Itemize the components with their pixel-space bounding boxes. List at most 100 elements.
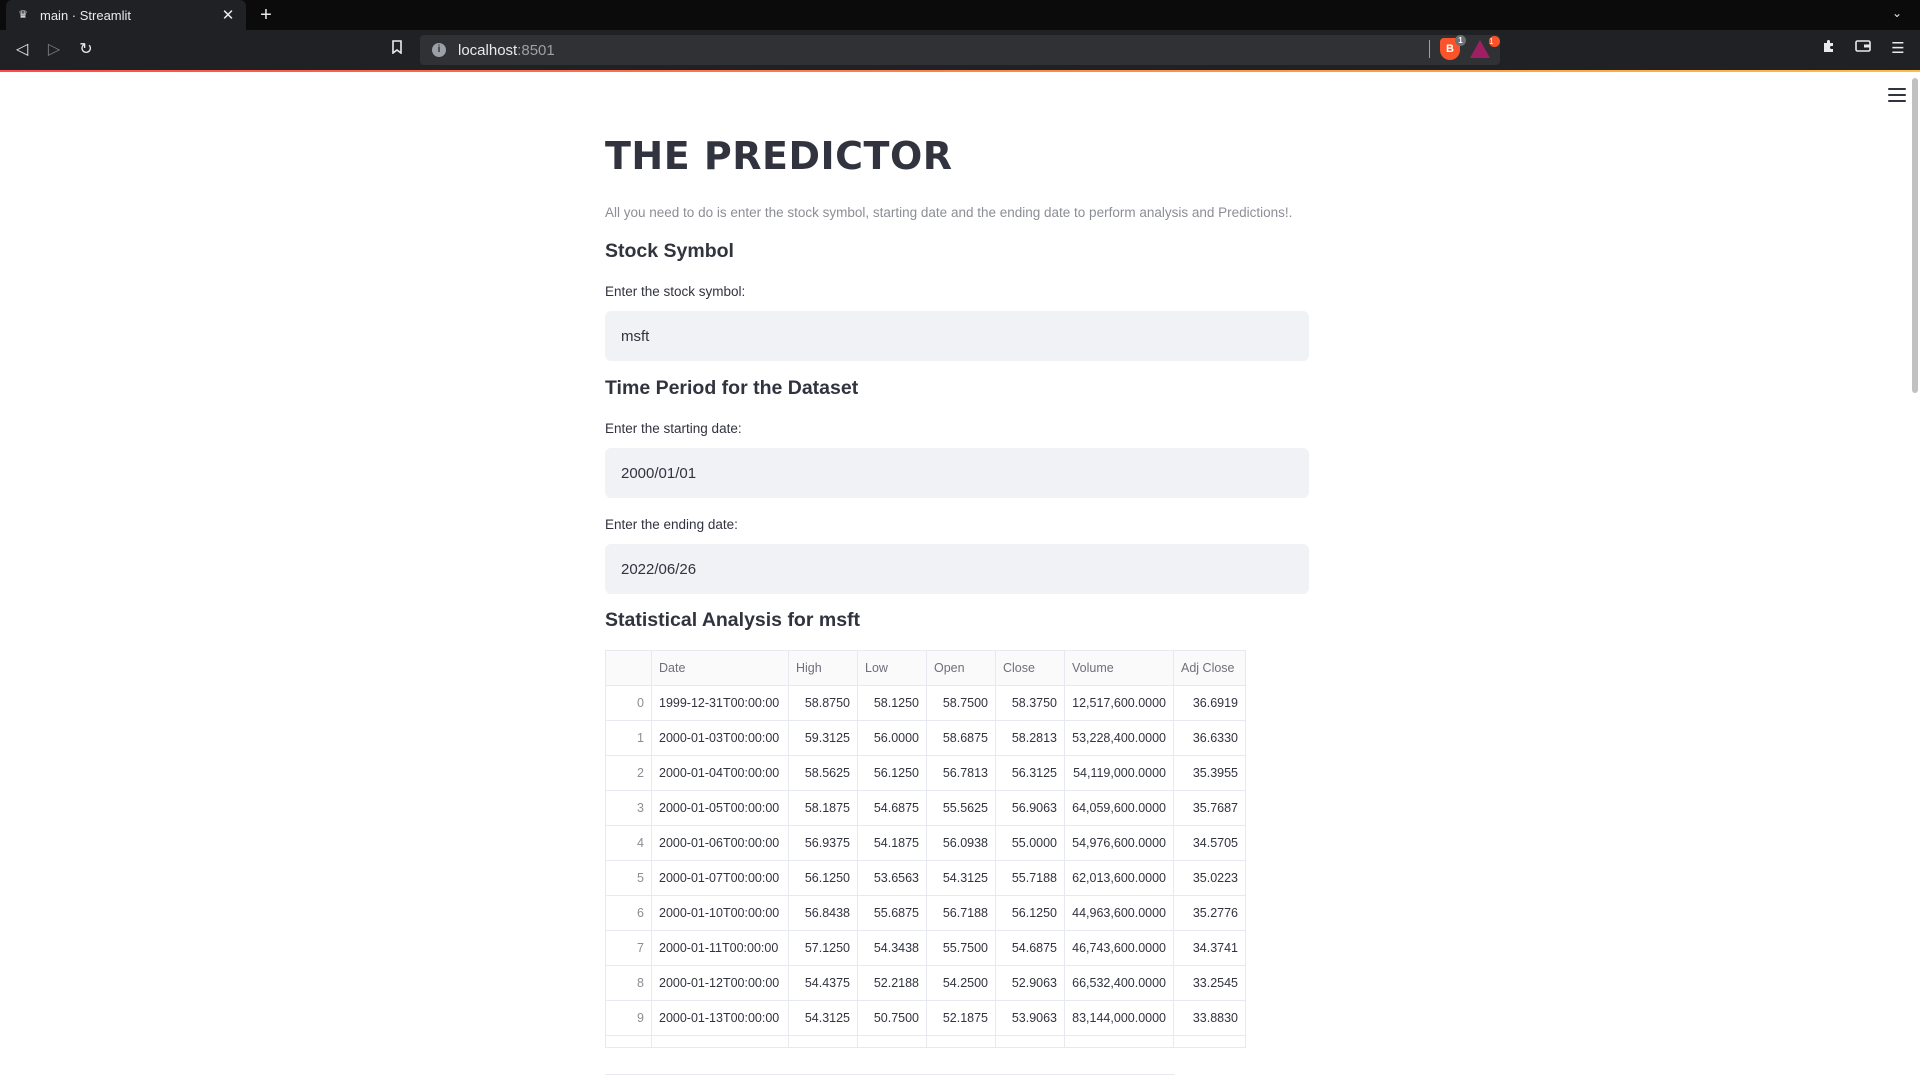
brave-rewards-icon[interactable]: 1 <box>1470 36 1500 59</box>
table-cell[interactable]: 56.0000 <box>857 720 927 756</box>
table-cell[interactable]: 83,144,000.0000 <box>1064 1000 1174 1036</box>
table-cell[interactable]: 55.5625 <box>926 790 996 826</box>
row-index-cell[interactable]: 2 <box>605 755 652 791</box>
table-cell[interactable]: 2000-01-13T00:00:00 <box>651 1000 789 1036</box>
column-header[interactable]: Open <box>926 650 996 686</box>
row-index-cell[interactable]: 1 <box>605 720 652 756</box>
address-bar[interactable]: i localhost:8501 B1 1 <box>420 35 1500 65</box>
table-cell[interactable]: 58.2813 <box>995 720 1065 756</box>
table-cell[interactable]: 55.7188 <box>995 860 1065 896</box>
row-index-cell[interactable]: 3 <box>605 790 652 826</box>
table-cell[interactable]: 56.1250 <box>788 860 858 896</box>
table-cell[interactable]: 64,059,600.0000 <box>1064 790 1174 826</box>
table-cell[interactable]: 2000-01-05T00:00:00 <box>651 790 789 826</box>
row-index-cell[interactable]: 7 <box>605 930 652 966</box>
table-cell[interactable]: 58.1250 <box>857 685 927 721</box>
new-tab-button[interactable]: + <box>254 3 278 27</box>
table-cell[interactable]: 59.3125 <box>788 720 858 756</box>
column-header[interactable]: Adj Close <box>1173 650 1246 686</box>
column-header[interactable]: Low <box>857 650 927 686</box>
extensions-icon[interactable] <box>1818 38 1840 60</box>
column-header[interactable]: Date <box>651 650 789 686</box>
table-cell[interactable]: 54,119,000.0000 <box>1064 755 1174 791</box>
bookmark-icon[interactable] <box>385 38 409 62</box>
table-cell[interactable]: 58.8750 <box>788 685 858 721</box>
table-cell[interactable]: 2000-01-11T00:00:00 <box>651 930 789 966</box>
chevron-down-icon[interactable]: ⌄ <box>1888 6 1906 24</box>
reload-icon[interactable]: ↻ <box>74 38 98 62</box>
menu-icon[interactable]: ☰ <box>1887 38 1909 60</box>
table-cell[interactable]: 56.1250 <box>857 755 927 791</box>
column-header[interactable]: High <box>788 650 858 686</box>
table-cell[interactable]: 2000-01-06T00:00:00 <box>651 825 789 861</box>
end-date-input[interactable] <box>605 544 1309 594</box>
stock-symbol-input[interactable] <box>605 311 1309 361</box>
table-cell[interactable]: 54.4375 <box>788 965 858 1001</box>
row-index-cell[interactable]: 6 <box>605 895 652 931</box>
site-info-icon[interactable]: i <box>432 43 446 57</box>
table-cell[interactable]: 33.2545 <box>1173 965 1246 1001</box>
forward-icon[interactable]: ▷ <box>42 38 66 62</box>
table-cell[interactable]: 35.7687 <box>1173 790 1246 826</box>
table-cell[interactable]: 57.1250 <box>788 930 858 966</box>
table-cell[interactable]: 58.6875 <box>926 720 996 756</box>
table-cell[interactable]: 34.5705 <box>1173 825 1246 861</box>
table-cell[interactable]: 35.0223 <box>1173 860 1246 896</box>
wallet-icon[interactable] <box>1852 38 1874 60</box>
scrollbar-thumb[interactable] <box>1912 78 1918 393</box>
table-cell[interactable]: 50.7500 <box>857 1000 927 1036</box>
table-cell[interactable]: 52.2188 <box>857 965 927 1001</box>
browser-tab[interactable]: ♛ main · Streamlit ✕ <box>6 0 246 30</box>
table-cell[interactable]: 54.6875 <box>995 930 1065 966</box>
back-icon[interactable]: ◁ <box>10 38 34 62</box>
table-cell[interactable]: 56.3125 <box>995 755 1065 791</box>
table-cell[interactable]: 54.3438 <box>857 930 927 966</box>
table-cell[interactable]: 54.2500 <box>926 965 996 1001</box>
table-cell[interactable]: 56.0938 <box>926 825 996 861</box>
table-cell[interactable]: 33.8830 <box>1173 1000 1246 1036</box>
table-cell[interactable]: 53,228,400.0000 <box>1064 720 1174 756</box>
table-cell[interactable]: 54.3125 <box>788 1000 858 1036</box>
table-cell[interactable]: 66,532,400.0000 <box>1064 965 1174 1001</box>
table-cell[interactable]: 34.3741 <box>1173 930 1246 966</box>
table-cell[interactable]: 56.1250 <box>995 895 1065 931</box>
table-cell[interactable]: 2000-01-12T00:00:00 <box>651 965 789 1001</box>
table-cell[interactable]: 52.9063 <box>995 965 1065 1001</box>
table-cell[interactable]: 56.7813 <box>926 755 996 791</box>
close-tab-icon[interactable]: ✕ <box>220 6 236 24</box>
table-cell[interactable]: 55.0000 <box>995 825 1065 861</box>
table-cell[interactable]: 58.3750 <box>995 685 1065 721</box>
table-cell[interactable]: 56.8438 <box>788 895 858 931</box>
row-index-cell[interactable]: 9 <box>605 1000 652 1036</box>
table-cell[interactable]: 53.6563 <box>857 860 927 896</box>
column-header[interactable]: Close <box>995 650 1065 686</box>
row-index-cell[interactable]: 4 <box>605 825 652 861</box>
table-cell[interactable]: 54.1875 <box>857 825 927 861</box>
table-cell[interactable]: 36.6330 <box>1173 720 1246 756</box>
table-cell[interactable]: 55.6875 <box>857 895 927 931</box>
app-menu-icon[interactable] <box>1888 88 1906 102</box>
table-cell[interactable]: 58.7500 <box>926 685 996 721</box>
table-cell[interactable]: 52.1875 <box>926 1000 996 1036</box>
table-cell[interactable]: 56.7188 <box>926 895 996 931</box>
table-cell[interactable]: 56.9063 <box>995 790 1065 826</box>
table-cell[interactable]: 54,976,600.0000 <box>1064 825 1174 861</box>
table-cell[interactable]: 2000-01-07T00:00:00 <box>651 860 789 896</box>
table-cell[interactable]: 12,517,600.0000 <box>1064 685 1174 721</box>
brave-shields-icon[interactable]: B1 <box>1440 35 1466 60</box>
row-index-cell[interactable]: 0 <box>605 685 652 721</box>
table-cell[interactable]: 55.7500 <box>926 930 996 966</box>
table-cell[interactable]: 1999-12-31T00:00:00 <box>651 685 789 721</box>
row-index-cell[interactable]: 5 <box>605 860 652 896</box>
table-cell[interactable]: 44,963,600.0000 <box>1064 895 1174 931</box>
table-cell[interactable]: 46,743,600.0000 <box>1064 930 1174 966</box>
start-date-input[interactable] <box>605 448 1309 498</box>
table-cell[interactable]: 62,013,600.0000 <box>1064 860 1174 896</box>
column-header[interactable]: Volume <box>1064 650 1174 686</box>
table-cell[interactable]: 56.9375 <box>788 825 858 861</box>
table-cell[interactable]: 54.3125 <box>926 860 996 896</box>
scrollbar[interactable] <box>1908 72 1920 1080</box>
table-cell[interactable]: 58.5625 <box>788 755 858 791</box>
table-cell[interactable]: 2000-01-10T00:00:00 <box>651 895 789 931</box>
table-cell[interactable]: 58.1875 <box>788 790 858 826</box>
